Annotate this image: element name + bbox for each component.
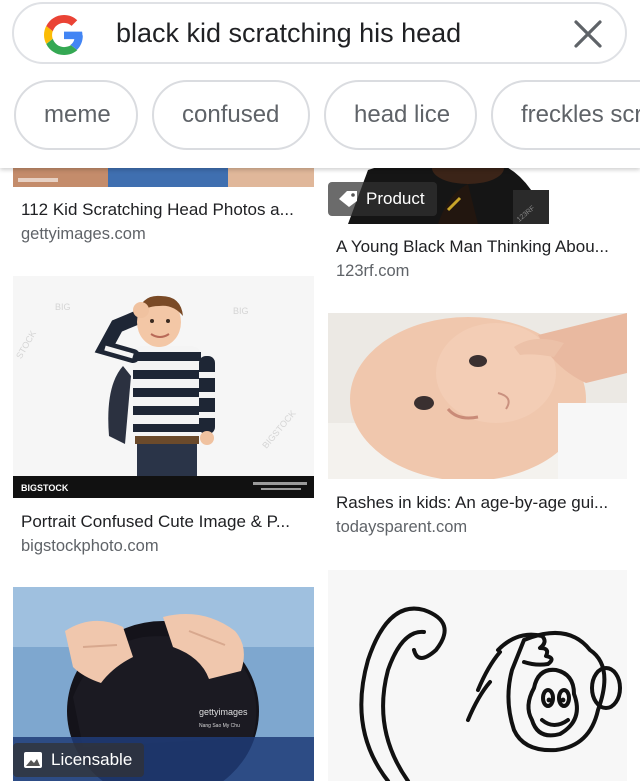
close-icon[interactable] [570,16,606,52]
chip-confused[interactable]: confused [152,80,310,150]
chip-freckles[interactable]: freckles scr [491,80,640,150]
result-source-1: gettyimages.com [21,225,146,243]
suggestion-chips: meme confused head lice freckles scr [14,80,640,150]
search-query-text[interactable]: black kid scratching his head [116,18,461,49]
product-badge: Product [328,182,437,216]
chip-meme[interactable]: meme [14,80,138,150]
tag-icon [339,191,357,207]
search-bar[interactable]: black kid scratching his head [12,2,627,64]
licensable-badge: Licensable [13,743,145,777]
result-image-4[interactable] [328,313,627,479]
monkey-drawing-thumbnail [328,570,627,781]
svg-text:BIG: BIG [233,306,249,316]
google-g-icon[interactable] [44,15,84,55]
licensable-badge-label: Licensable [51,750,133,769]
result-source-4: todaysparent.com [336,518,468,536]
product-badge-label: Product [366,189,425,208]
result-title-1[interactable]: 112 Kid Scratching Head Photos a... [21,200,294,220]
boy-confused-thumbnail: BIG BIG STOCK BIGSTOCK BIGSTOCK [13,276,314,498]
result-image-6[interactable] [328,570,627,781]
result-source-3: bigstockphoto.com [21,537,159,555]
result-title-3[interactable]: Portrait Confused Cute Image & P... [21,512,290,532]
svg-text:BIGSTOCK: BIGSTOCK [21,483,69,493]
result-title-4[interactable]: Rashes in kids: An age-by-age gui... [336,493,608,513]
result-image-3[interactable]: BIG BIG STOCK BIGSTOCK BIGSTOCK [13,276,314,498]
svg-text:BIG: BIG [55,302,71,312]
svg-text:gettyimages: gettyimages [199,707,248,717]
svg-text:Nang Sao My Chu: Nang Sao My Chu [199,723,240,729]
result-image-5[interactable]: gettyimages Nang Sao My Chu Licensable [13,587,314,781]
result-title-2[interactable]: A Young Black Man Thinking Abou... [336,237,609,257]
chip-head-lice[interactable]: head lice [324,80,477,150]
result-source-2: 123rf.com [336,262,410,280]
search-header: black kid scratching his head meme confu… [0,0,640,168]
baby-rash-thumbnail [328,313,627,479]
image-icon [24,752,42,768]
